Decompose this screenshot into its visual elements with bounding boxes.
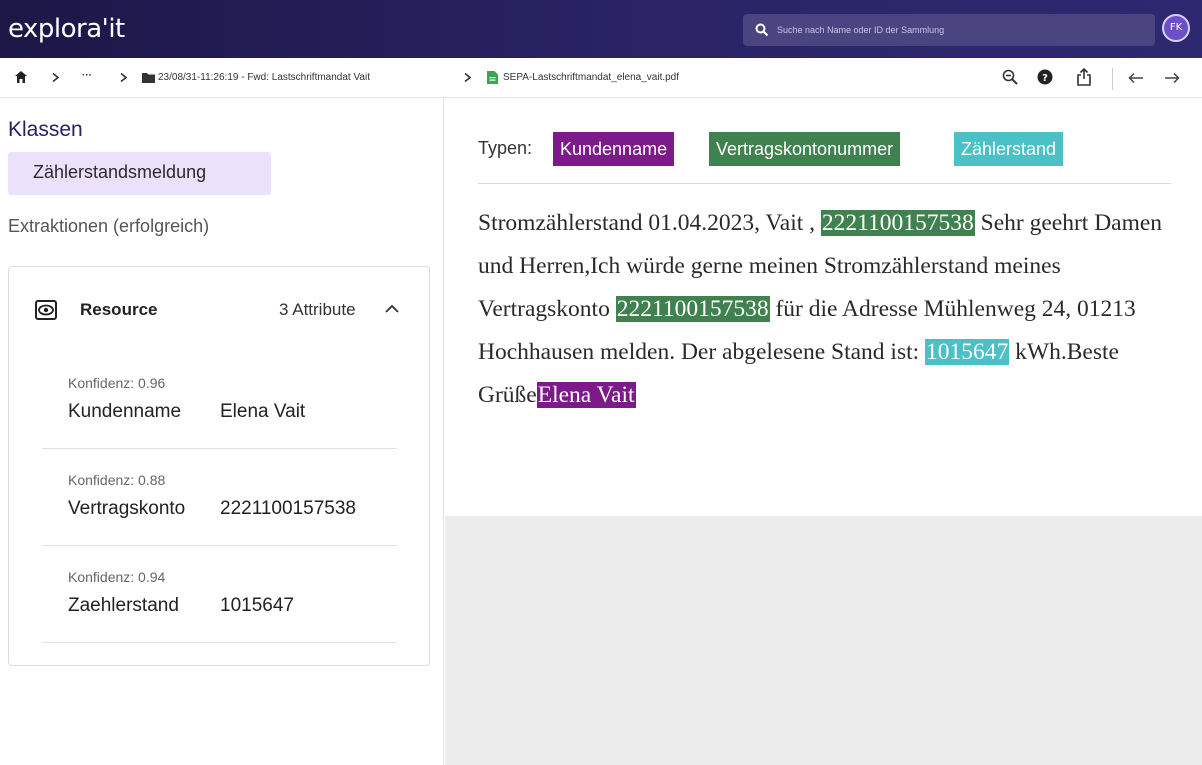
chevron-right-icon <box>120 73 128 82</box>
highlight-zaehlerstand[interactable]: 1015647 <box>925 339 1010 365</box>
breadcrumb-bar: ··· 23/08/31-11:26:19 - Fwd: Lastschrift… <box>0 58 1202 98</box>
app-logo[interactable]: explora'it <box>8 14 125 44</box>
highlight-vertragskonto[interactable]: 2221100157538 <box>615 296 770 322</box>
help-icon[interactable]: ? <box>1037 69 1053 85</box>
top-header: explora'it FK <box>0 0 1202 58</box>
file-icon <box>487 71 498 84</box>
type-tag-vertragskontonummer[interactable]: Vertragskontonummer <box>709 132 901 166</box>
klassen-title: Klassen <box>8 118 83 141</box>
class-chip[interactable]: Zählerstandsmeldung <box>8 152 271 195</box>
search-box[interactable] <box>743 14 1155 46</box>
share-icon[interactable] <box>1077 68 1091 86</box>
highlight-kundenname[interactable]: Elena Vait <box>536 382 636 408</box>
chevron-up-icon[interactable] <box>384 303 400 315</box>
type-tag-kundenname[interactable]: Kundenname <box>553 132 675 166</box>
attribute-value: 2221100157538 <box>220 498 356 519</box>
confidence-label: Konfidenz: 0.94 <box>68 569 166 585</box>
types-divider <box>478 183 1171 184</box>
attribute-key: Kundenname <box>68 401 182 422</box>
search-input[interactable] <box>777 20 1147 40</box>
eye-icon <box>35 300 57 320</box>
arrow-left-icon[interactable] <box>1128 72 1144 84</box>
resource-title: Resource <box>80 300 158 319</box>
toolbar-divider <box>1112 68 1113 90</box>
folder-icon <box>142 73 155 83</box>
document-viewer: Typen: Kundenname Vertragskontonummer Zä… <box>445 98 1202 765</box>
resource-card: Resource 3 Attribute Konfidenz: 0.96 Kun… <box>8 266 430 666</box>
attribute-value: Elena Vait <box>220 401 306 422</box>
breadcrumb-ellipsis[interactable]: ··· <box>82 70 92 81</box>
attribute-key: Vertragskonto <box>68 498 186 519</box>
item-divider <box>42 545 397 546</box>
confidence-label: Konfidenz: 0.96 <box>68 375 166 391</box>
user-avatar[interactable]: FK <box>1162 14 1190 42</box>
breadcrumb-file[interactable]: SEPA-Lastschriftmandat_elena_vait.pdf <box>503 72 679 83</box>
confidence-label: Konfidenz: 0.88 <box>68 472 166 488</box>
item-divider <box>42 642 397 643</box>
chevron-right-icon <box>52 73 60 82</box>
highlight-vertragskonto[interactable]: 2221100157538 <box>820 210 975 236</box>
zoom-out-icon[interactable] <box>1002 69 1018 85</box>
text-segment: Stromzählerstand 01.04.2023, Vait , <box>478 210 821 236</box>
search-icon <box>755 23 769 37</box>
left-panel: Klassen Zählerstandsmeldung Extraktionen… <box>0 98 444 765</box>
breadcrumb-folder[interactable]: 23/08/31-11:26:19 - Fwd: Lastschriftmand… <box>158 72 370 83</box>
attribute-key: Zaehlerstand <box>68 595 179 616</box>
home-icon[interactable] <box>14 70 28 84</box>
svg-text:?: ? <box>1042 73 1048 84</box>
item-divider <box>42 448 397 449</box>
attribute-count[interactable]: 3 Attribute <box>279 300 356 320</box>
document-panel: Typen: Kundenname Vertragskontonummer Zä… <box>445 98 1202 516</box>
extraktionen-title: Extraktionen (erfolgreich) <box>8 216 210 236</box>
document-text: Stromzählerstand 01.04.2023, Vait , 2221… <box>478 202 1183 417</box>
chevron-right-icon <box>464 73 472 82</box>
type-tag-zaehlerstand[interactable]: Zählerstand <box>954 132 1064 166</box>
attribute-value: 1015647 <box>220 595 294 616</box>
arrow-right-icon[interactable] <box>1164 72 1180 84</box>
types-label: Typen: <box>478 138 533 158</box>
